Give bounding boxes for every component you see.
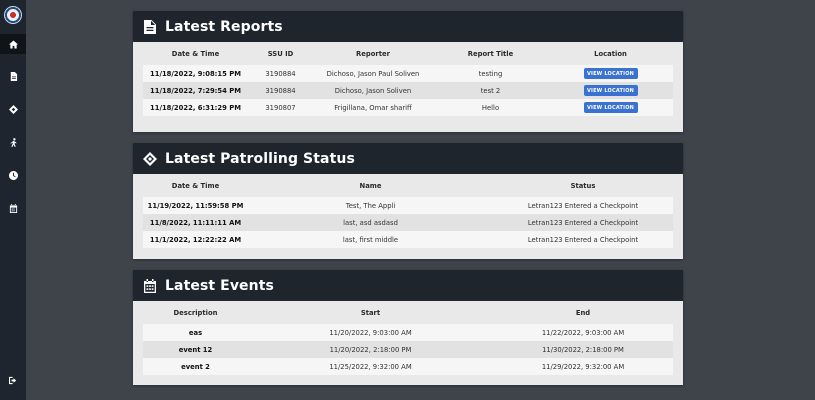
document-icon xyxy=(144,19,156,34)
table-row: 11/18/2022, 6:31:29 PM 3190807 Frigillan… xyxy=(143,99,673,116)
table-row: event 12 11/20/2022, 2:18:00 PM 11/30/20… xyxy=(143,341,673,358)
column-header: Description xyxy=(173,308,218,317)
report-ssu-id: 3190884 xyxy=(265,69,296,78)
section-title: Latest Patrolling Status xyxy=(165,150,355,167)
table-row: 11/19/2022, 11:59:58 PM Test, The Appli … xyxy=(143,197,673,214)
event-description: event 2 xyxy=(181,362,210,371)
patrol-icon xyxy=(8,104,18,114)
logout-button[interactable] xyxy=(0,370,26,390)
column-header: Status xyxy=(570,181,596,190)
logo[interactable] xyxy=(4,6,22,24)
event-description: event 12 xyxy=(178,345,213,354)
report-ssu-id: 3190807 xyxy=(265,103,296,112)
patrol-status: Letran123 Entered a Checkpoint xyxy=(527,201,639,210)
report-title: Hello xyxy=(481,103,500,112)
table-row: 11/1/2022, 12:22:22 AM last, first middl… xyxy=(143,231,673,248)
report-title: testing xyxy=(478,69,503,78)
report-reporter: Frigillana, Omar shariff xyxy=(334,103,412,112)
patrol-name: last, first middle xyxy=(342,235,399,244)
table-row: 11/18/2022, 9:08:15 PM 3190884 Dichoso, … xyxy=(143,65,673,82)
report-datetime: 11/18/2022, 9:08:15 PM xyxy=(150,69,241,78)
event-end: 11/30/2022, 2:18:00 PM xyxy=(542,345,624,354)
view-location-button[interactable]: VIEW LOCATION xyxy=(583,102,638,113)
section-title: Latest Reports xyxy=(165,18,283,35)
event-start: 11/20/2022, 2:18:00 PM xyxy=(329,345,412,354)
report-title: test 2 xyxy=(480,86,501,95)
sidebar-item-reports[interactable] xyxy=(0,66,26,86)
report-reporter: Dichoso, Jason Paul Soliven xyxy=(326,69,420,78)
table-row: event 2 11/25/2022, 9:32:00 AM 11/29/202… xyxy=(143,358,673,375)
column-header: Date & Time xyxy=(171,49,220,58)
latest-events-header: Latest Events xyxy=(133,270,683,301)
section-title: Latest Events xyxy=(165,277,274,294)
table-row: 11/18/2022, 7:29:54 PM 3190884 Dichoso, … xyxy=(143,82,673,99)
sidebar-item-history[interactable] xyxy=(0,165,26,185)
clock-icon xyxy=(8,170,18,180)
table-row: 11/8/2022, 11:11:11 AM last, asd asdasd … xyxy=(143,214,673,231)
home-icon xyxy=(8,39,18,49)
table-row: eas 11/20/2022, 9:03:00 AM 11/22/2022, 9… xyxy=(143,324,673,341)
column-header: Report Title xyxy=(467,49,514,58)
event-end: 11/22/2022, 9:03:00 AM xyxy=(541,328,625,337)
calendar-icon xyxy=(144,278,156,293)
column-header: Location xyxy=(594,49,627,58)
event-end: 11/29/2022, 9:32:00 AM xyxy=(541,362,625,371)
walking-icon xyxy=(9,137,17,147)
latest-patrolling-card: Latest Patrolling Status Date & Time Nam… xyxy=(133,143,683,259)
patrolling-table: Date & Time Name Status 11/19/2022, 11:5… xyxy=(143,174,673,248)
patrol-name: Test, The Appli xyxy=(345,201,396,210)
sidebar-item-home[interactable] xyxy=(0,34,26,54)
patrol-status: Letran123 Entered a Checkpoint xyxy=(527,235,639,244)
latest-reports-header: Latest Reports xyxy=(133,11,683,42)
calendar-icon xyxy=(9,203,17,213)
column-header: Reporter xyxy=(356,49,390,58)
latest-reports-card: Latest Reports Date & Time SSU ID Report… xyxy=(133,11,683,132)
event-description: eas xyxy=(188,328,203,337)
patrol-datetime: 11/1/2022, 12:22:22 AM xyxy=(149,235,242,244)
sidebar-item-patrol[interactable] xyxy=(0,99,26,119)
report-reporter: Dichoso, Jason Soliven xyxy=(334,86,412,95)
sidebar-item-activity[interactable] xyxy=(0,132,26,152)
column-header: Start xyxy=(360,308,381,317)
crosshair-icon xyxy=(143,151,157,166)
events-table: Description Start End eas 11/20/2022, 9:… xyxy=(143,301,673,375)
report-datetime: 11/18/2022, 6:31:29 PM xyxy=(150,103,241,112)
latest-patrolling-header: Latest Patrolling Status xyxy=(133,143,683,174)
view-location-button[interactable]: VIEW LOCATION xyxy=(583,68,638,79)
latest-events-card: Latest Events Description Start End eas … xyxy=(133,270,683,385)
report-datetime: 11/18/2022, 7:29:54 PM xyxy=(150,86,241,95)
logout-icon xyxy=(8,376,16,384)
event-start: 11/20/2022, 9:03:00 AM xyxy=(329,328,412,337)
column-header: Date & Time xyxy=(171,181,220,190)
report-ssu-id: 3190884 xyxy=(265,86,296,95)
patrol-status: Letran123 Entered a Checkpoint xyxy=(527,218,639,227)
column-header: SSU ID xyxy=(267,49,294,58)
column-header: Name xyxy=(359,181,382,190)
sidebar-item-calendar[interactable] xyxy=(0,198,26,218)
document-icon xyxy=(10,71,17,81)
event-start: 11/25/2022, 9:32:00 AM xyxy=(329,362,412,371)
reports-table: Date & Time SSU ID Reporter Report Title… xyxy=(143,42,673,116)
column-header: End xyxy=(575,308,591,317)
patrol-datetime: 11/19/2022, 11:59:58 PM xyxy=(147,201,244,210)
sidebar xyxy=(0,0,26,400)
patrol-datetime: 11/8/2022, 11:11:11 AM xyxy=(149,218,242,227)
view-location-button[interactable]: VIEW LOCATION xyxy=(583,85,638,96)
patrol-name: last, asd asdasd xyxy=(343,218,398,227)
